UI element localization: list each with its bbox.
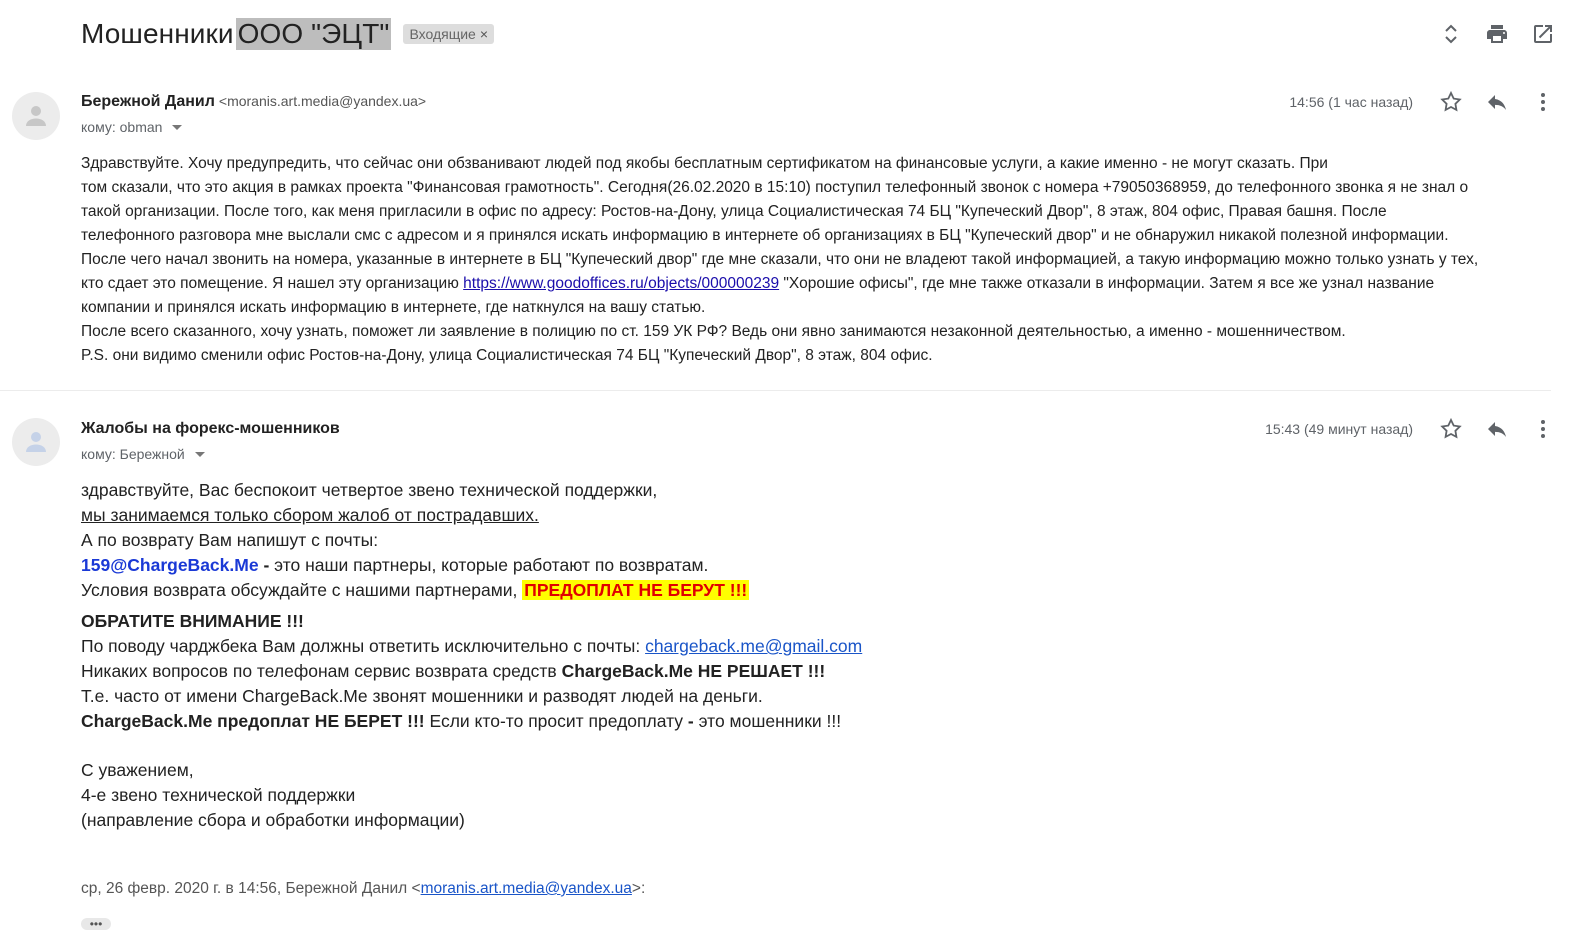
star-icon[interactable] (1439, 90, 1463, 114)
show-trimmed-content-button[interactable]: ••• (81, 918, 111, 930)
body-line: А по возврату Вам напишут с почты: (81, 530, 379, 550)
signature-line: С уважением, (81, 760, 194, 780)
star-icon[interactable] (1439, 417, 1463, 441)
body-line: P.S. они видимо сменили офис Ростов-на-Д… (81, 347, 933, 364)
subject-prefix: Мошенники (81, 18, 234, 49)
more-options-icon[interactable] (1531, 417, 1555, 441)
quote-text-end: >: (631, 880, 646, 897)
chargeback-email[interactable]: 159@ChargeBack.Me (81, 555, 259, 575)
recipient-label: кому: Бережной (81, 446, 185, 462)
body-line: По поводу чарджбека Вам должны ответить … (81, 634, 1481, 659)
reply-icon[interactable] (1485, 417, 1509, 441)
sender-name: Жалобы на форекс-мошенников (81, 420, 340, 437)
message-actions: 15:43 (49 минут назад) (1265, 417, 1555, 441)
body-line: После всего сказанного, хочу узнать, пом… (81, 323, 1346, 340)
body-text: Никаких вопросов по телефонам сервис воз… (81, 661, 562, 681)
body-line: ОБРАТИТЕ ВНИМАНИЕ !!! (81, 609, 1481, 634)
body-line: Никаких вопросов по телефонам сервис воз… (81, 659, 1481, 684)
sender-email: <moranis.art.media@yandex.ua> (218, 93, 427, 109)
sender-avatar (12, 92, 60, 140)
reply-icon[interactable] (1485, 90, 1509, 114)
gmail-link[interactable]: chargeback.me@gmail.com (645, 636, 862, 656)
subject-highlighted: ООО "ЭЦТ" (235, 18, 392, 50)
body-line: кто сдает это помещение. Я нашел эту орг… (81, 272, 1551, 296)
body-text: это наши партнеры, которые работают по в… (269, 555, 709, 575)
quote-text: ср, 26 февр. 2020 г. в 14:56, Бережной Д… (81, 880, 421, 897)
chevron-down-icon[interactable] (172, 124, 183, 130)
body-text: кто сдает это помещение. Я нашел эту орг… (81, 275, 464, 292)
body-line: компании и принялся искать информацию в … (81, 299, 706, 316)
message-time: 15:43 (49 минут назад) (1265, 421, 1413, 437)
sender-name: Бережной Данил (81, 93, 215, 110)
quote-email-link[interactable]: moranis.art.media@yandex.ua (421, 880, 632, 897)
more-options-icon[interactable] (1531, 90, 1555, 114)
subject-header: Мошенники ООО "ЭЦТ" Входящие × (81, 18, 495, 50)
body-text: "Хорошие офисы", где мне также отказали … (779, 275, 1435, 292)
remove-label-icon[interactable]: × (480, 26, 488, 42)
person-icon (26, 106, 46, 126)
body-line: 159@ChargeBack.Me - это наши партнеры, к… (81, 553, 1481, 578)
body-text: это мошенники !!! (693, 711, 842, 731)
message-time: 14:56 (1 час назад) (1289, 94, 1413, 110)
goodoffices-link[interactable]: https://www.goodoffices.ru/objects/00000… (463, 275, 779, 292)
sender-avatar (12, 418, 60, 466)
thread-actions (1439, 22, 1555, 46)
inbox-label-chip[interactable]: Входящие × (403, 24, 495, 44)
warning-highlight: ПРЕДОПЛАТ НЕ БЕРУТ !!! (522, 580, 750, 600)
chevron-down-icon[interactable] (194, 451, 205, 457)
expand-collapse-icon[interactable] (1439, 22, 1463, 46)
body-line: После чего начал звонить на номера, указ… (81, 251, 1479, 268)
body-line: телефонного разговора мне выслали смс с … (81, 227, 1449, 244)
sender-line: Бережной Данил <moranis.art.media@yandex.… (81, 93, 426, 111)
body-line: здравствуйте, Вас беспокоит четвертое зв… (81, 480, 658, 500)
open-new-window-icon[interactable] (1531, 22, 1555, 46)
body-line: Т.е. часто от имени ChargeBack.Me звонят… (81, 686, 763, 706)
body-line: такой организации. После того, как меня … (81, 203, 1387, 220)
recipient-line[interactable]: кому: obman (81, 119, 183, 135)
body-line: том сказали, что это акция в рамках прое… (81, 179, 1469, 196)
body-text: По поводу чарджбека Вам должны ответить … (81, 636, 646, 656)
recipient-label: кому: obman (81, 119, 163, 135)
inbox-label: Входящие (409, 26, 476, 42)
message-divider (0, 390, 1551, 391)
body-text: Если кто-то просит предоплату (424, 711, 688, 731)
recipient-line[interactable]: кому: Бережной (81, 446, 205, 462)
body-line: мы занимаемся только сбором жалоб от пос… (81, 505, 539, 525)
bold-text: ChargeBack.Me НЕ РЕШАЕТ !!! (561, 661, 826, 681)
body-text: Условия возврата обсуждайте с нашими пар… (81, 580, 523, 600)
body-line: ChargeBack.Me предоплат НЕ БЕРЕТ !!! Есл… (81, 709, 1481, 734)
signature-line: 4-е звено технической поддержки (81, 785, 356, 805)
body-line: Здравствуйте. Хочу предупредить, что сей… (81, 155, 1328, 172)
print-icon[interactable] (1485, 22, 1509, 46)
sender-line: Жалобы на форекс-мошенников (81, 420, 340, 438)
signature-line: (направление сбора и обработки информаци… (81, 810, 465, 830)
dash: - (258, 555, 270, 575)
message-actions: 14:56 (1 час назад) (1289, 90, 1555, 114)
message-body-1: Здравствуйте. Хочу предупредить, что сей… (81, 152, 1551, 368)
quoted-header: ср, 26 февр. 2020 г. в 14:56, Бережной Д… (81, 880, 645, 898)
person-icon (26, 432, 46, 452)
body-line: Условия возврата обсуждайте с нашими пар… (81, 578, 1481, 603)
message-body-2: здравствуйте, Вас беспокоит четвертое зв… (81, 478, 1481, 833)
attention-heading: ОБРАТИТЕ ВНИМАНИЕ !!! (81, 611, 304, 631)
bold-text: ChargeBack.Me предоплат НЕ БЕРЕТ !!! (81, 711, 425, 731)
